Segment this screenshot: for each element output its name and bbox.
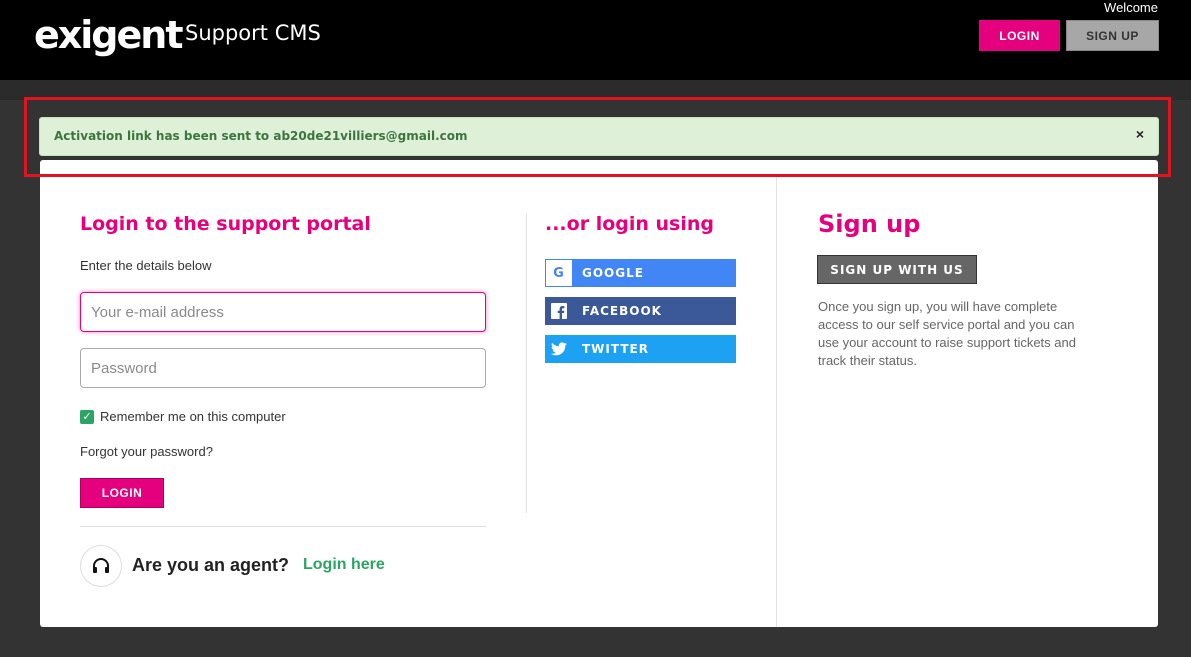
- google-label: GOOGLE: [582, 266, 644, 280]
- top-header: exigent Support CMS Welcome LOGIN SIGN U…: [0, 0, 1191, 80]
- forgot-password-link[interactable]: Forgot your password?: [80, 444, 213, 459]
- agent-login-link[interactable]: Login here: [303, 556, 385, 574]
- social-heading: ...or login using: [545, 213, 714, 235]
- agent-question: Are you an agent?: [132, 555, 290, 575]
- facebook-login-button[interactable]: FACEBOOK: [545, 297, 736, 325]
- divider: [80, 526, 486, 527]
- remember-me[interactable]: ✓ Remember me on this computer: [80, 409, 286, 424]
- header-login-button[interactable]: LOGIN: [979, 20, 1060, 51]
- signup-description: Once you sign up, you will have complete…: [818, 299, 1076, 368]
- login-submit-button[interactable]: LOGIN: [80, 478, 164, 508]
- alert-highlight-box: [24, 97, 1171, 177]
- twitter-icon: [546, 336, 572, 362]
- password-input[interactable]: [80, 348, 486, 388]
- google-icon: G: [546, 260, 572, 286]
- headset-icon: [80, 545, 122, 587]
- facebook-label: FACEBOOK: [582, 304, 662, 318]
- welcome-text: Welcome: [1104, 0, 1158, 15]
- facebook-icon: [546, 298, 572, 324]
- email-input[interactable]: [80, 292, 486, 332]
- checkbox-checked-icon[interactable]: ✓: [80, 409, 94, 424]
- twitter-label: TWITTER: [582, 342, 649, 356]
- header-signup-button[interactable]: SIGN UP: [1066, 20, 1159, 51]
- login-heading: Login to the support portal: [80, 213, 371, 235]
- google-login-button[interactable]: G GOOGLE: [545, 259, 736, 287]
- logo-text: exigent: [34, 13, 183, 57]
- twitter-login-button[interactable]: TWITTER: [545, 335, 736, 363]
- login-subheading: Enter the details below: [80, 258, 212, 273]
- column-divider: [526, 213, 527, 513]
- exigent-logo[interactable]: exigent: [34, 10, 183, 60]
- signup-with-us-button[interactable]: SIGN UP WITH US: [817, 255, 977, 284]
- signup-heading: Sign up: [818, 210, 921, 238]
- column-divider-right: [776, 177, 777, 627]
- remember-label: Remember me on this computer: [100, 409, 286, 424]
- app-title: Support CMS: [185, 21, 321, 45]
